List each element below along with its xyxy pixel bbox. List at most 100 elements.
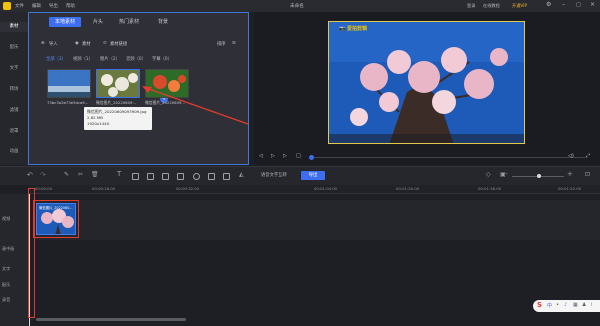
tab-popular[interactable]: 热门素材	[113, 17, 145, 27]
redo-icon[interactable]: ↷	[40, 171, 46, 179]
settings-icon[interactable]: ⚙	[546, 1, 551, 8]
skin-icon[interactable]: ♟	[582, 302, 586, 308]
ruler-label: 00:01:20.00	[396, 186, 420, 191]
video-track[interactable]	[36, 200, 600, 240]
maximize-icon[interactable]: □	[576, 2, 581, 8]
track-label-video: 视频	[2, 216, 11, 221]
nav-item-animation[interactable]: 动画	[0, 148, 28, 154]
annotation-arrow	[142, 86, 249, 125]
mirror-icon[interactable]	[177, 173, 184, 180]
track-label-text: 文字	[2, 266, 11, 271]
tab-local-media[interactable]: 本地素材	[49, 17, 82, 27]
title-bar: 文件 编辑 导出 帮助 未命名 登录 在线教程 开通VIP ⚙ – □ ×	[0, 0, 600, 12]
link-icon[interactable]: ⊙	[103, 41, 107, 46]
import-button[interactable]: 导入	[49, 41, 58, 47]
subtab-image[interactable]: 图片（2）	[100, 56, 120, 62]
ime-logo-icon[interactable]: S	[537, 301, 542, 309]
timeline-toolbar: ↶ ↷ ✎ ✂ 🗑 T ◭ 语音文字互转 导出 ◇ ▣ - + ⊡	[0, 166, 600, 185]
track-labels: 视频 画中画 文字 配乐 录音	[0, 194, 28, 326]
zoom-in-icon[interactable]: +	[567, 170, 573, 178]
mic-icon[interactable]: ♪	[564, 302, 567, 308]
window-title: 未命名	[290, 4, 304, 9]
split-icon[interactable]: ✂	[78, 171, 83, 178]
import-icon[interactable]: ⊕	[41, 41, 45, 46]
media-toggle-label[interactable]: 素材	[82, 41, 91, 47]
thumb-image	[97, 70, 139, 97]
menu-file[interactable]: 文件	[15, 3, 24, 9]
nav-item-music[interactable]: 配乐	[0, 44, 28, 50]
stop-icon[interactable]: □	[296, 153, 301, 159]
menu-help[interactable]: 帮助	[66, 3, 75, 9]
media-thumb-1[interactable]	[47, 69, 91, 98]
play-icon[interactable]: ▷	[271, 153, 275, 159]
preview-watermark: 📷 爱拍剪辑	[339, 26, 367, 32]
ime-chinese-icon[interactable]: 中	[547, 302, 552, 309]
timeline-ruler[interactable]: 00:00:00 00:00:16.00 00:00:32.00 00:01:0…	[28, 185, 600, 194]
tutorial-link[interactable]: 在线教程	[483, 3, 500, 9]
next-frame-icon[interactable]: ▷	[283, 153, 287, 159]
delete-icon[interactable]: 🗑	[91, 171, 99, 178]
prev-frame-icon[interactable]: ◁	[259, 153, 263, 159]
subtab-subtitle[interactable]: 字幕（0）	[152, 56, 172, 62]
speed-icon[interactable]	[193, 173, 200, 180]
vip-link[interactable]: 开通VIP	[512, 3, 527, 9]
minimize-icon[interactable]: –	[562, 1, 565, 8]
sort-label[interactable]: 排序	[217, 41, 226, 47]
thumb-label-1: 73bc3a2b73e5dca9...	[47, 100, 89, 105]
duration-icon[interactable]	[223, 173, 230, 180]
login-link[interactable]: 登录	[467, 3, 475, 9]
preview-panel: 📷 爱拍剪辑 ◁ ▷ ▷ □ ◁) ⤢ 宽高比：16 : 9 00:00:00.…	[254, 12, 600, 171]
ruler-label: 00:00:16.00	[92, 186, 116, 191]
pen-icon[interactable]: ✎	[64, 171, 69, 178]
text-tool-icon[interactable]: T	[117, 170, 121, 178]
nav-item-transition[interactable]: 转场	[0, 86, 28, 92]
export-button[interactable]: 导出	[301, 171, 325, 180]
system-tray: S 中 • ♪ ▦ ♟ ⁞	[533, 300, 600, 312]
fit-timeline-icon[interactable]: ⊡	[585, 171, 590, 178]
freeze-icon[interactable]	[208, 173, 215, 180]
keyboard-icon[interactable]: ▦	[573, 302, 578, 308]
scrubber-handle[interactable]	[309, 155, 314, 160]
fullscreen-icon[interactable]: ⤢	[586, 153, 590, 159]
shield-icon[interactable]: ◇	[486, 171, 491, 178]
preview-image	[329, 22, 524, 143]
subtab-audio[interactable]: 音频（0）	[126, 56, 146, 62]
media-thumb-2[interactable]	[96, 69, 140, 98]
media-link-button[interactable]: 素材链接	[110, 41, 127, 47]
nav-item-media[interactable]: 素材	[0, 22, 28, 32]
close-icon[interactable]: ×	[590, 1, 595, 8]
thumb-label-2: 微信图片_20220609...	[96, 100, 137, 105]
subtab-video[interactable]: 视频（1）	[73, 56, 93, 62]
paint-icon[interactable]: ◭	[239, 171, 244, 178]
ruler-label: 00:01:36.00	[478, 186, 502, 191]
tab-background[interactable]: 背景	[152, 17, 174, 27]
menu-icon[interactable]: ☰	[232, 41, 236, 46]
zoom-out-icon[interactable]: -	[505, 170, 508, 178]
speech-text-convert-button[interactable]: 语音文字互转	[261, 172, 287, 178]
track-label-music: 配乐	[2, 282, 11, 287]
menu-export[interactable]: 导出	[49, 3, 58, 9]
nav-item-filter[interactable]: 滤镜	[0, 107, 28, 113]
preview-scrubber[interactable]	[312, 157, 586, 158]
subtab-all[interactable]: 全部（3）	[46, 56, 66, 62]
tab-intro[interactable]: 片头	[87, 17, 109, 27]
app-logo-icon	[3, 2, 11, 10]
timeline-scrollbar[interactable]	[36, 318, 186, 321]
fit-icon[interactable]	[147, 173, 154, 180]
crop-icon[interactable]	[132, 173, 139, 180]
track-label-record: 录音	[2, 297, 11, 302]
undo-icon[interactable]: ↶	[27, 171, 33, 179]
left-nav: 素材 配乐 文字 转场 滤镜 遮罩 动画	[0, 12, 28, 165]
nav-item-mask[interactable]: 遮罩	[0, 128, 28, 134]
ime-punct-icon[interactable]: •	[556, 302, 559, 308]
volume-icon[interactable]: ◁)	[568, 153, 574, 159]
ruler-label: 00:00:00	[35, 186, 53, 191]
media-toggle-icon[interactable]: ◉	[75, 41, 79, 46]
ruler-label: 00:01:04.00	[314, 186, 338, 191]
grid-icon[interactable]: ⁞	[591, 302, 593, 308]
nav-item-text[interactable]: 文字	[0, 65, 28, 71]
resize-icon[interactable]	[162, 173, 169, 180]
zoom-slider-handle[interactable]	[537, 174, 541, 178]
ruler-label: 00:01:52.00	[558, 186, 582, 191]
menu-edit[interactable]: 编辑	[32, 3, 41, 9]
